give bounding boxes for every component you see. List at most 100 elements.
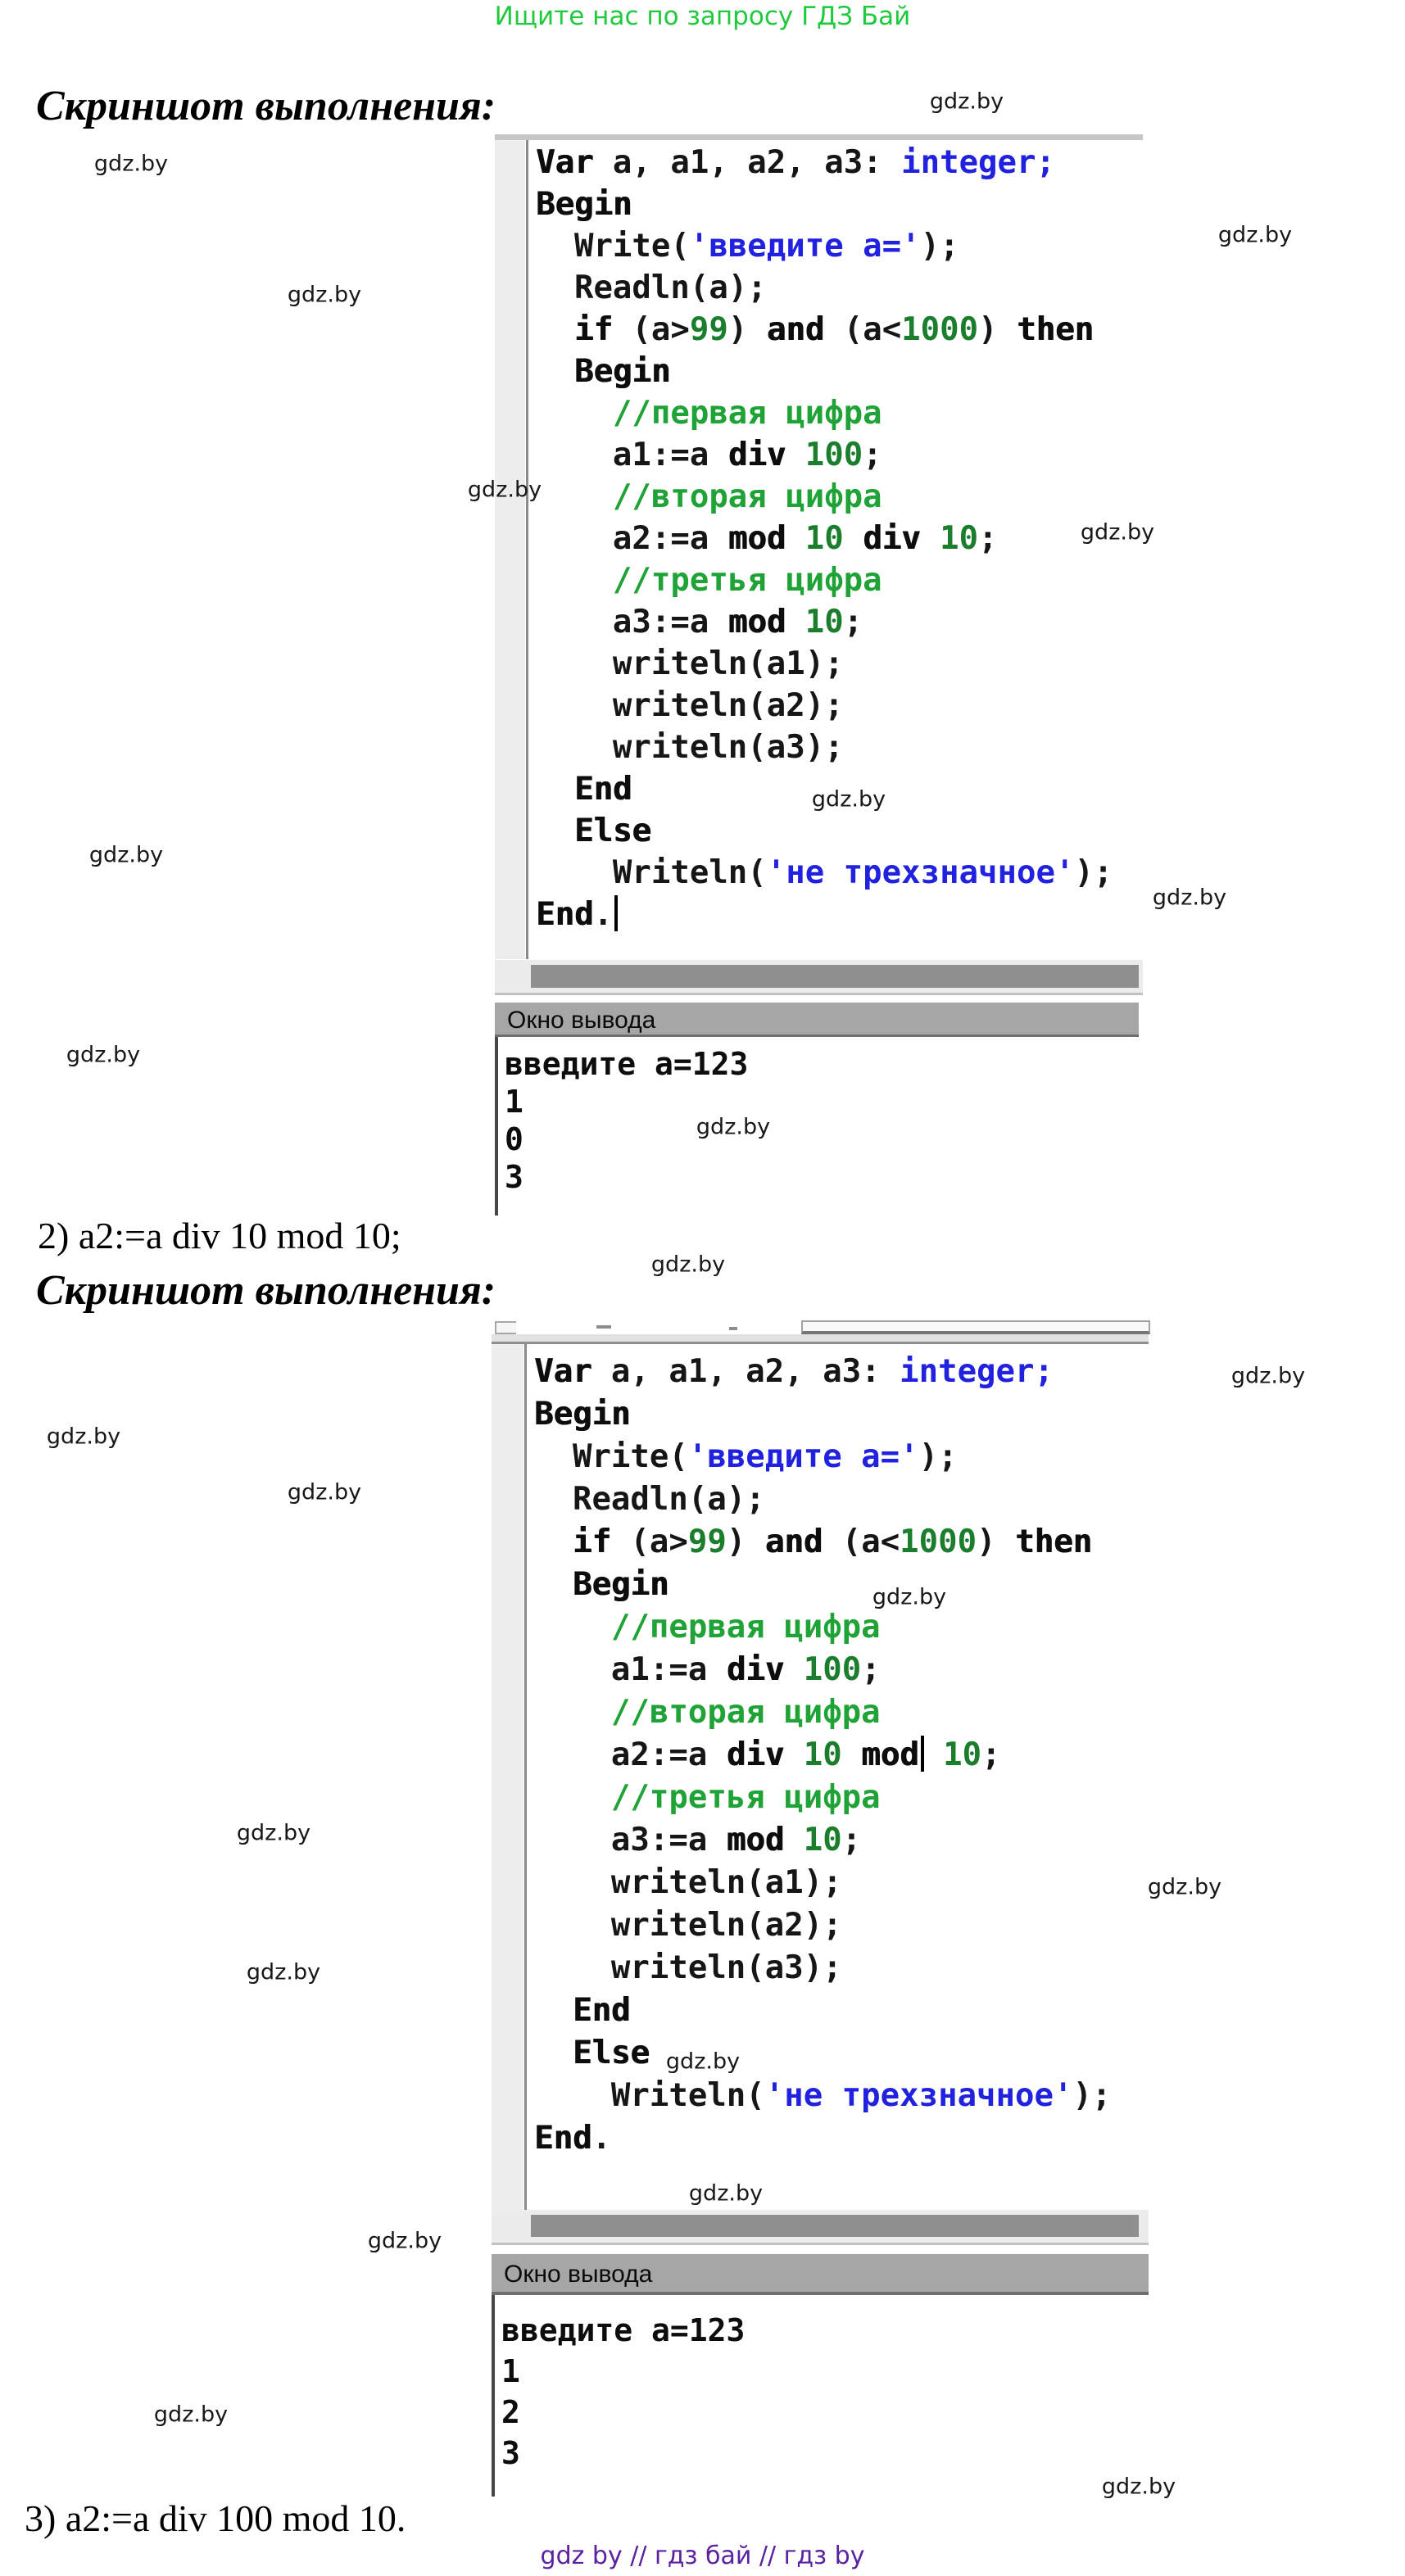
output-window-title: Окно вывода — [507, 1007, 655, 1034]
code-line: End. — [536, 894, 1113, 935]
code-token: End — [573, 1992, 630, 2029]
code-token: a3:=a — [536, 604, 728, 641]
code-text-area[interactable]: Var a, a1, a2, a3: integer;Begin Write('… — [534, 1351, 1111, 2160]
watermark: gdz.by — [1102, 2474, 1176, 2500]
gutter-border-line — [524, 1344, 527, 2211]
watermark: gdz.by — [94, 152, 168, 177]
gutter-border-line — [526, 140, 528, 959]
code-token: 10 — [943, 1736, 981, 1773]
code-token: Else — [573, 2035, 650, 2071]
code-token — [536, 771, 574, 808]
code-token: Write( — [536, 228, 690, 265]
code-token: 10 — [940, 520, 978, 557]
code-line: End — [534, 1990, 1111, 2032]
code-token — [536, 311, 574, 348]
code-token — [536, 813, 574, 849]
code-token: ; — [844, 604, 863, 641]
code-line: Else — [534, 2032, 1111, 2075]
code-token — [786, 604, 804, 641]
code-line: Writeln('не трехзначное'); — [536, 852, 1113, 894]
code-line: a2:=a div 10 mod 10; — [534, 1734, 1111, 1777]
code-token: ) — [977, 1523, 1015, 1560]
code-line: a1:=a div 100; — [534, 1649, 1111, 1691]
code-token — [534, 1694, 611, 1731]
watermark: gdz.by — [154, 2402, 228, 2428]
code-token — [536, 395, 613, 432]
code-token: Var — [534, 1353, 591, 1390]
code-line: Write('введите a='); — [534, 1436, 1111, 1478]
output-text-area: введите a=123103 — [495, 1037, 1139, 1216]
code-token — [784, 1651, 803, 1688]
output-line: 3 — [501, 2433, 1149, 2474]
watermark: gdz.by — [89, 843, 163, 868]
code-token: ); — [1074, 854, 1113, 891]
code-text-area[interactable]: Var a, a1, a2, a3: integer;Begin Write('… — [536, 142, 1113, 935]
code-line: Writeln('не трехзначное'); — [534, 2075, 1111, 2117]
code-token: div — [727, 1651, 784, 1688]
code-token: a3:=a — [534, 1822, 727, 1858]
code-line: a3:=a mod 10; — [536, 601, 1113, 643]
code-editor-window-1: Var a, a1, a2, a3: integer;Begin Write('… — [495, 134, 1143, 999]
code-token: //третья цифра — [613, 562, 882, 599]
code-line: Readln(a); — [534, 1478, 1111, 1521]
code-token: Begin — [534, 1396, 630, 1433]
footer-credit-text: gdz by // гдз бай // гдз by — [0, 2542, 1405, 2570]
code-line: Readln(a); — [536, 267, 1113, 309]
code-token — [534, 1779, 611, 1816]
horizontal-scrollbar-thumb[interactable] — [531, 965, 1139, 988]
code-token: Writeln( — [536, 854, 767, 891]
code-token — [786, 520, 804, 557]
watermark: gdz.by — [1218, 223, 1292, 248]
code-token: Readln(a); — [536, 269, 767, 306]
output-window-titlebar: Окно вывода — [492, 2252, 1149, 2295]
code-line: //первая цифра — [534, 1606, 1111, 1649]
code-token: div — [728, 437, 786, 473]
code-token — [534, 1523, 573, 1560]
code-line: if (a>99) and (a<1000) then — [536, 309, 1113, 351]
code-token: and — [767, 311, 824, 348]
code-line: //третья цифра — [534, 1777, 1111, 1819]
cutoff-window-mark — [729, 1327, 737, 1330]
watermark: gdz.by — [651, 1252, 725, 1278]
code-token: ); — [919, 1438, 958, 1475]
code-token — [924, 1736, 943, 1773]
code-token: div — [863, 520, 920, 557]
watermark: gdz.by — [1148, 1875, 1221, 1900]
code-line: a2:=a mod 10 div 10; — [536, 518, 1113, 559]
code-token: then — [1017, 311, 1094, 348]
output-window-2: Окно вывода введите a=123123 — [492, 2252, 1149, 2497]
window-top-border — [492, 1334, 1149, 1344]
code-line: Write('введите a='); — [536, 225, 1113, 267]
code-token: End — [574, 771, 632, 808]
watermark: gdz.by — [812, 787, 886, 813]
code-token: Writeln( — [534, 2077, 765, 2114]
item-3-label: 3) a2:=a div 100 mod 10. — [25, 2497, 406, 2540]
code-line: writeln(a3); — [534, 1947, 1111, 1990]
code-token: //вторая цифра — [611, 1694, 881, 1731]
code-token: 100 — [804, 1651, 861, 1688]
code-token: //первая цифра — [613, 395, 882, 432]
code-token: Var — [536, 144, 593, 181]
horizontal-scrollbar-thumb[interactable] — [531, 2215, 1139, 2237]
code-token: . — [591, 2120, 610, 2157]
code-line: Begin — [534, 1564, 1111, 1606]
code-line: a1:=a div 100; — [536, 434, 1113, 476]
window-top-border — [495, 134, 1143, 140]
code-token: and — [765, 1523, 823, 1560]
code-token: Begin — [573, 1566, 669, 1603]
code-token: writeln(a3); — [536, 729, 844, 766]
code-token: Write( — [534, 1438, 688, 1475]
cutoff-window-corner — [495, 1321, 516, 1334]
code-token: if — [574, 311, 613, 348]
code-token: writeln(a3); — [534, 1949, 842, 1986]
watermark: gdz.by — [247, 1960, 320, 1985]
code-line: if (a>99) and (a<1000) then — [534, 1521, 1111, 1564]
watermark: gdz.by — [468, 478, 542, 503]
code-token: Readln(a); — [534, 1481, 765, 1518]
code-token: div — [727, 1736, 784, 1773]
code-token: . — [593, 896, 612, 933]
caption-screenshot-1: Скриншот выполнения: — [36, 82, 496, 130]
code-line: //вторая цифра — [536, 476, 1113, 518]
code-token — [784, 1736, 803, 1773]
code-token: integer; — [901, 144, 1055, 181]
